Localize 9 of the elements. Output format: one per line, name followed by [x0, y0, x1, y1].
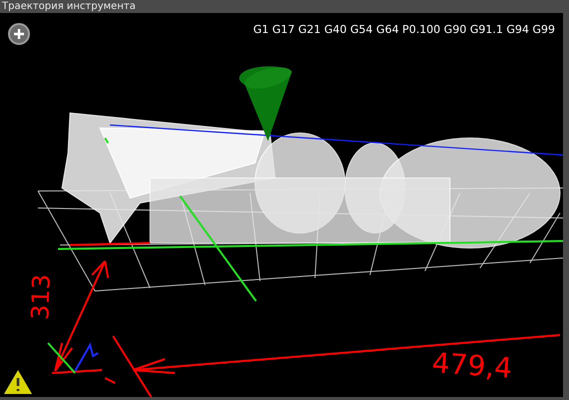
modal-codes: G1 G17 G21 G40 G54 G64 P0.100 G90 G91.1 G94 G99: [253, 23, 555, 36]
plus-icon: [13, 28, 25, 40]
dimension-label: 313: [26, 274, 56, 320]
dimension-label: 479,4: [430, 346, 514, 385]
warning-icon[interactable]: [3, 369, 33, 395]
viewport[interactable]: G1 G17 G21 G40 G54 G64 P0.100 G90 G91.1 G94 G99 313 479,4: [0, 13, 563, 397]
axis-gizmo-icon: [47, 342, 99, 374]
window-title: Траектория инструмента: [2, 0, 136, 12]
zoom-in-button[interactable]: [8, 23, 30, 45]
